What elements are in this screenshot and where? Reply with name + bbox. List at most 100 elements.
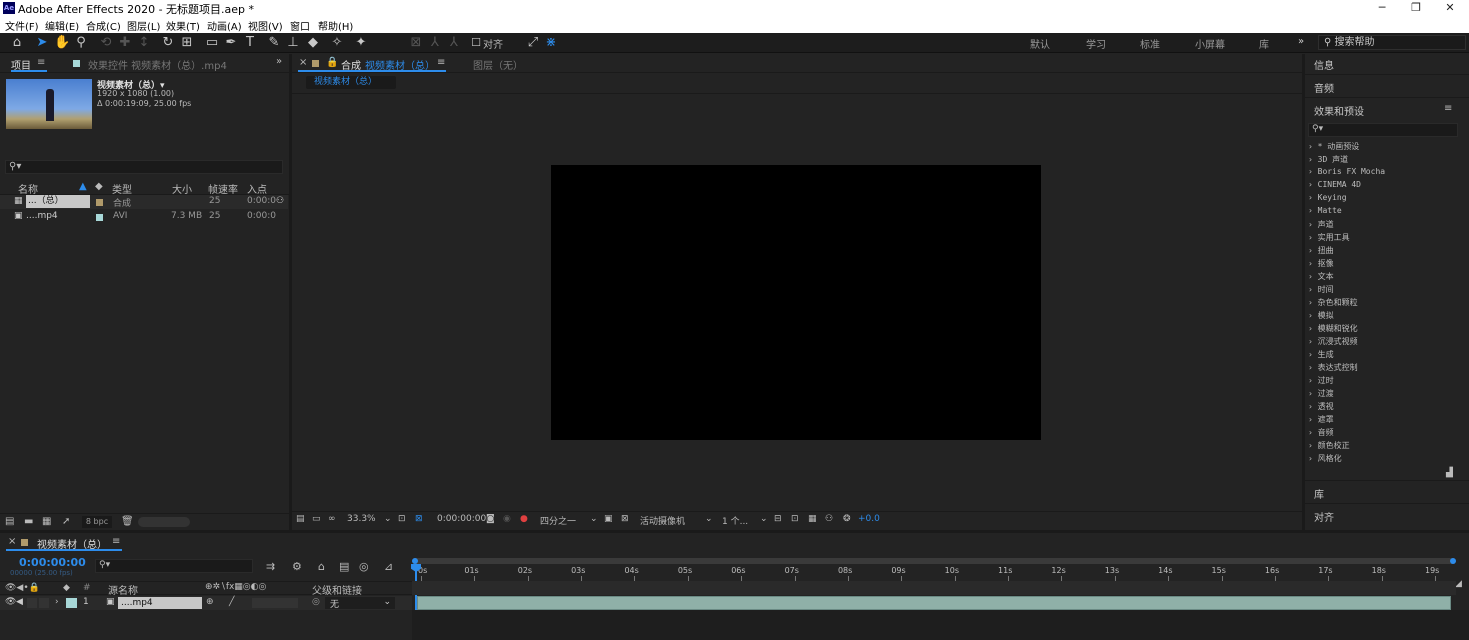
- effects-category-item[interactable]: › Keying: [1308, 193, 1347, 202]
- menu-help[interactable]: 帮助(H): [318, 18, 353, 33]
- effects-category-item[interactable]: › 杂色和颗粒: [1308, 297, 1358, 308]
- pen-tool-icon[interactable]: ✒: [223, 35, 239, 51]
- timeline-zoom-icon[interactable]: ◢: [1455, 579, 1465, 593]
- thumbnail-slider[interactable]: [138, 517, 190, 527]
- effects-category-item[interactable]: › 时间: [1308, 284, 1334, 295]
- menu-view[interactable]: 视图(V): [248, 18, 283, 33]
- view-axis-icon[interactable]: ⅄: [446, 35, 462, 51]
- effects-category-item[interactable]: › 扭曲: [1308, 245, 1334, 256]
- col-size[interactable]: 大小: [172, 181, 192, 196]
- render-queue-icon[interactable]: ➚: [62, 516, 70, 527]
- graph-editor-icon[interactable]: ⊿: [384, 560, 393, 573]
- timeline-tab-menu-icon[interactable]: ≡: [112, 536, 120, 556]
- quality-switch-icon[interactable]: ╱: [229, 597, 234, 607]
- effects-presets-header[interactable]: 效果和预设: [1314, 103, 1364, 118]
- col-frame-rate[interactable]: 帧速率: [208, 181, 238, 196]
- effects-category-item[interactable]: › 过时: [1308, 375, 1334, 386]
- brush-tool-icon[interactable]: ✎: [266, 35, 282, 51]
- pan-tool-icon[interactable]: ✚: [117, 35, 133, 51]
- transparency-grid-icon[interactable]: ⊠: [415, 514, 423, 524]
- solo-toggle[interactable]: [27, 598, 37, 608]
- effects-category-item[interactable]: › 模拟: [1308, 310, 1334, 321]
- eraser-tool-icon[interactable]: ◆: [305, 35, 321, 51]
- text-tool-icon[interactable]: T: [242, 35, 258, 51]
- composition-canvas[interactable]: [551, 165, 1041, 440]
- rotate-tool-icon[interactable]: ↻: [160, 35, 176, 51]
- effects-category-item[interactable]: › 3D 声道: [1308, 154, 1348, 165]
- effects-category-item[interactable]: › 沉浸式视频: [1308, 336, 1358, 347]
- timeline-tab-label[interactable]: 视频素材（总）: [37, 536, 107, 556]
- bit-depth-button[interactable]: 8 bpc: [82, 516, 112, 528]
- shy-switch-icon[interactable]: ⊕: [206, 597, 214, 607]
- draft-3d-icon[interactable]: ⚙: [292, 560, 302, 573]
- workspace-standard[interactable]: 标准: [1140, 36, 1160, 51]
- layer-label-swatch[interactable]: [66, 598, 77, 608]
- snapshot-icon[interactable]: ◙: [486, 514, 495, 524]
- effects-category-item[interactable]: › 实用工具: [1308, 232, 1350, 243]
- new-composition-icon[interactable]: ▦: [42, 516, 51, 527]
- camera-dropdown[interactable]: 活动摄像机: [640, 514, 685, 527]
- close-tab-icon[interactable]: ×: [8, 536, 16, 556]
- effects-menu-icon[interactable]: ≡: [1444, 103, 1452, 114]
- menu-effect[interactable]: 效果(T): [166, 18, 200, 33]
- tab-layer[interactable]: 图层（无）: [473, 57, 523, 77]
- tab-comp-label[interactable]: 合成: [341, 57, 361, 77]
- timeline-icon[interactable]: ▦: [808, 514, 817, 524]
- tab-effect-controls[interactable]: 效果控件 视频素材（总）.mp4: [88, 57, 227, 77]
- layer-switches-icon[interactable]: ⊕✲∖fx▦◎◐◎: [205, 582, 266, 592]
- menu-composition[interactable]: 合成(C): [86, 18, 121, 33]
- safe-margins-icon[interactable]: ⊡: [398, 514, 406, 524]
- menu-edit[interactable]: 编辑(E): [45, 18, 79, 33]
- workspace-learn[interactable]: 学习: [1086, 36, 1106, 51]
- always-preview-icon[interactable]: ▤: [296, 514, 305, 524]
- effects-category-item[interactable]: › 模糊和锐化: [1308, 323, 1358, 334]
- flowchart-icon[interactable]: ⚇: [276, 196, 284, 206]
- effects-category-item[interactable]: › 抠像: [1308, 258, 1334, 269]
- info-panel-header[interactable]: 信息: [1314, 57, 1334, 72]
- label-tag-icon[interactable]: ◆: [95, 181, 103, 192]
- views-chevron-icon[interactable]: ⌄: [760, 514, 768, 524]
- anchor-tool-icon[interactable]: ⊞: [179, 35, 195, 51]
- close-button[interactable]: ✕: [1430, 0, 1469, 17]
- project-search-input[interactable]: ⚲▾: [5, 160, 283, 174]
- snap-options-icon[interactable]: ⤢: [525, 35, 541, 51]
- resolution-chevron-icon[interactable]: ⌄: [590, 514, 598, 524]
- toggle-pixel-aspect-icon[interactable]: ⊟: [774, 514, 782, 524]
- effects-category-item[interactable]: › 颜色校正: [1308, 440, 1350, 451]
- current-time[interactable]: 0:00:00:00: [437, 514, 486, 524]
- timeline-search-input[interactable]: ⚲▾: [95, 559, 253, 573]
- effects-category-item[interactable]: › 过渡: [1308, 388, 1334, 399]
- effects-category-item[interactable]: › 音频: [1308, 427, 1334, 438]
- lock-toggle[interactable]: [39, 598, 49, 608]
- audio-panel-header[interactable]: 音频: [1314, 80, 1334, 95]
- camera-chevron-icon[interactable]: ⌄: [705, 514, 713, 524]
- roto-brush-tool-icon[interactable]: ✧: [329, 35, 345, 51]
- menu-animation[interactable]: 动画(A): [207, 18, 242, 33]
- region-of-interest-icon[interactable]: ▣: [604, 514, 613, 524]
- monitor-icon[interactable]: ▭: [312, 514, 321, 524]
- shy-layers-icon[interactable]: ⌂: [318, 560, 325, 573]
- interpret-footage-icon[interactable]: ▤: [5, 516, 14, 527]
- effects-category-item[interactable]: › 风格化: [1308, 453, 1342, 464]
- puppet-tool-icon[interactable]: ✦: [353, 35, 369, 51]
- video-visibility-icon[interactable]: 👁: [5, 597, 16, 607]
- delete-icon[interactable]: 🗑: [121, 516, 134, 527]
- project-row[interactable]: ▣ ....mp4 AVI 7.3 MB 25 0:00:0: [0, 210, 288, 224]
- vr-icon[interactable]: ∞: [328, 514, 336, 524]
- comp-breadcrumb[interactable]: 视频素材（总）: [306, 76, 396, 89]
- new-folder-icon[interactable]: ▬: [24, 516, 33, 527]
- table-row[interactable]: 👁 ◀ › 1 ▣ ....mp4 ⊕ ╱ ◎ 无 ⌄: [0, 596, 412, 610]
- tab-comp-menu-icon[interactable]: ≡: [437, 57, 445, 77]
- snap-grid-icon[interactable]: ⋇: [543, 35, 559, 51]
- align-panel-header[interactable]: 对齐: [1314, 509, 1334, 524]
- clone-stamp-tool-icon[interactable]: ⊥: [285, 35, 301, 51]
- col-source-name[interactable]: 源名称: [108, 582, 138, 597]
- tab-project[interactable]: 项目: [11, 57, 31, 77]
- layer-name[interactable]: ....mp4: [118, 597, 202, 609]
- lock-icon[interactable]: 🔒: [326, 57, 338, 77]
- effects-category-item[interactable]: › Boris FX Mocha: [1308, 167, 1385, 176]
- col-name[interactable]: 名称: [18, 181, 38, 196]
- tab-project-menu-icon[interactable]: ≡: [37, 57, 45, 77]
- selection-tool-icon[interactable]: ➤: [34, 35, 50, 51]
- effects-search-input[interactable]: ⚲▾: [1308, 123, 1458, 137]
